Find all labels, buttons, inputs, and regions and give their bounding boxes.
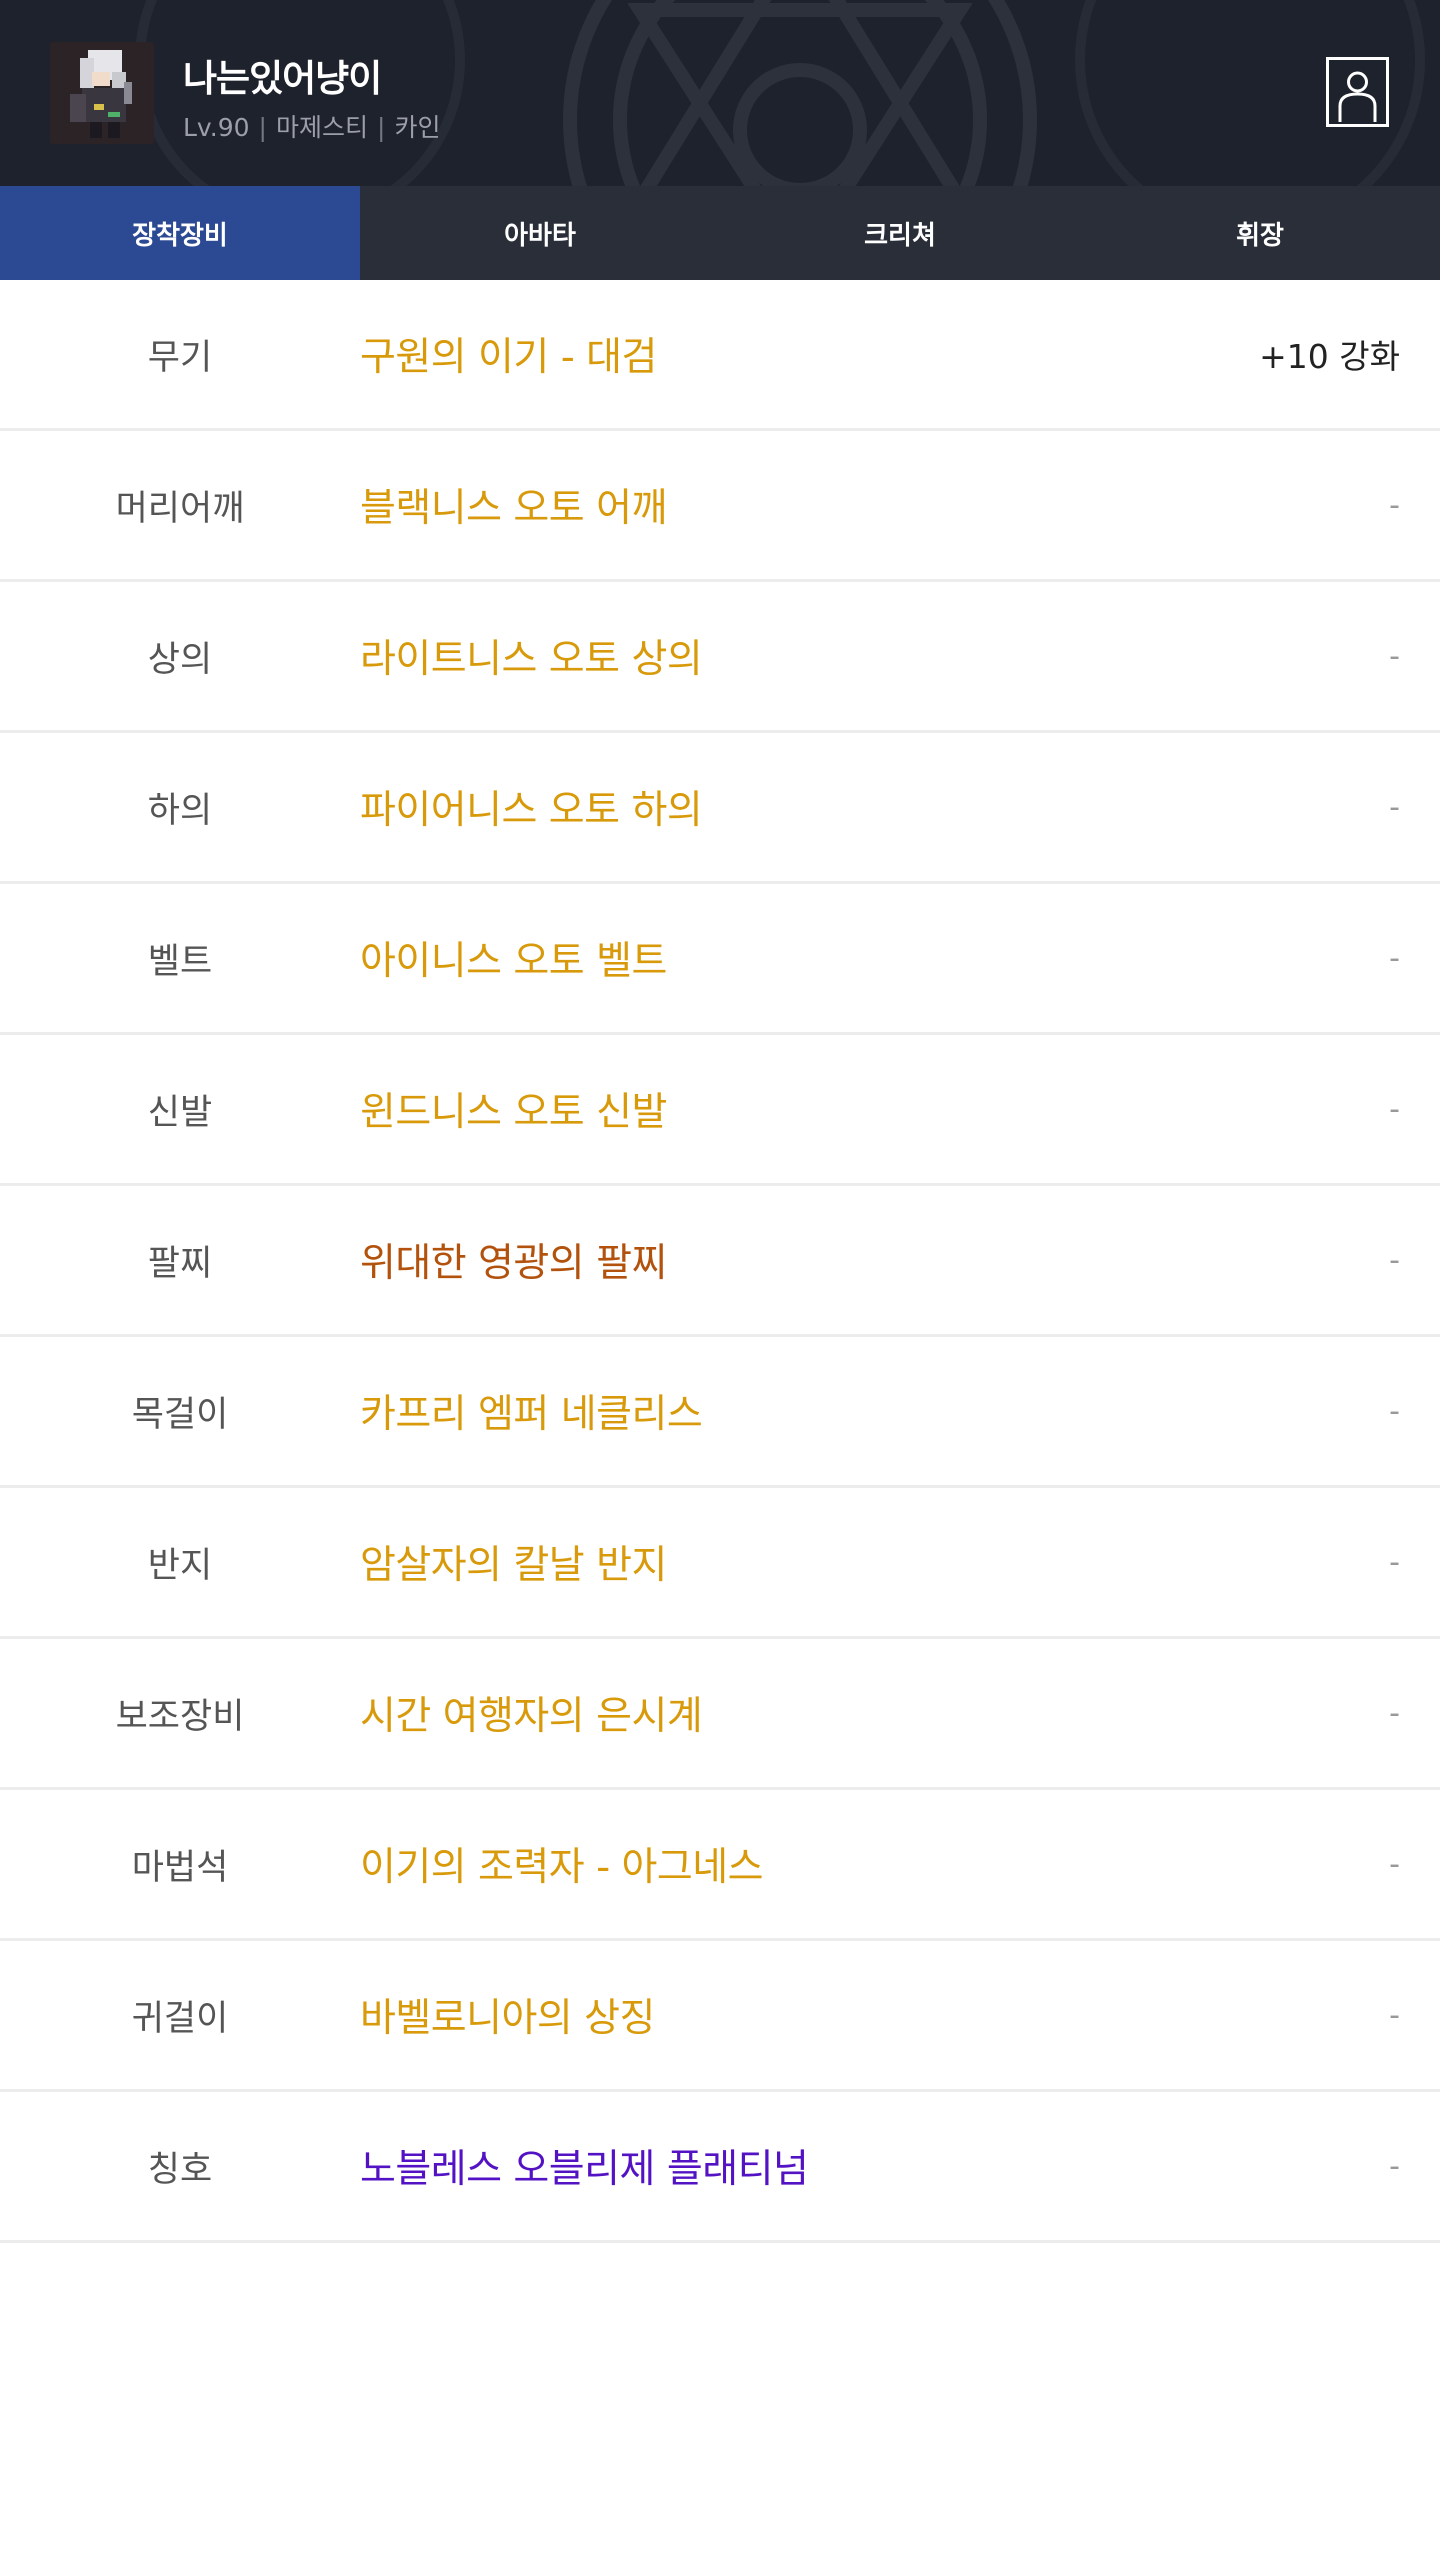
slot-label: 상의 — [147, 639, 213, 680]
item-name: 암살자의 칼날 반지 — [360, 1543, 667, 1588]
item-name: 이기의 조력자 - 아그네스 — [360, 1845, 764, 1890]
tab-bar: 장착장비 아바타 크리쳐 휘장 — [0, 186, 1440, 280]
equipment-list: 무기 구원의 이기 - 대검 +10 강화 머리어깨 블랙니스 오토 어깨 - 상의 라이… — [0, 280, 1440, 2243]
equipment-row[interactable]: 마법석 이기의 조력자 - 아그네스 - — [0, 1790, 1440, 1941]
character-job: 마제스티 — [275, 113, 368, 142]
equipment-row[interactable]: 팔찌 위대한 영광의 팔찌 - — [0, 1186, 1440, 1337]
equipment-row[interactable]: 상의 라이트니스 오토 상의 - — [0, 582, 1440, 733]
enhancement-value: - — [1389, 487, 1400, 523]
character-avatar — [50, 42, 154, 144]
enhancement-value: - — [1389, 789, 1400, 825]
slot-label: 목걸이 — [131, 1394, 229, 1435]
slot-label: 칭호 — [147, 2149, 213, 2190]
slot-label: 반지 — [147, 1545, 213, 1586]
equipment-row[interactable]: 신발 윈드니스 오토 신발 - — [0, 1035, 1440, 1186]
equipment-row[interactable]: 하의 파이어니스 오토 하의 - — [0, 733, 1440, 884]
item-name: 라이트니스 오토 상의 — [360, 637, 703, 682]
character-portrait-icon — [50, 42, 154, 144]
enhancement-value: - — [1389, 1242, 1400, 1278]
enhancement-value: - — [1389, 1846, 1400, 1882]
slot-label: 팔찌 — [147, 1243, 213, 1284]
separator: | — [258, 113, 267, 142]
equipment-row[interactable]: 목걸이 카프리 엠퍼 네클리스 - — [0, 1337, 1440, 1488]
slot-label: 귀걸이 — [131, 1998, 229, 2039]
tab-insignia[interactable]: 휘장 — [1080, 186, 1440, 280]
item-name: 구원의 이기 - 대검 — [360, 335, 657, 380]
slot-label: 마법석 — [131, 1847, 229, 1888]
character-level: Lv.90 — [183, 113, 250, 142]
enhancement-value: - — [1389, 638, 1400, 674]
slot-label: 벨트 — [147, 941, 213, 982]
tab-creature[interactable]: 크리쳐 — [720, 186, 1080, 280]
equipment-row[interactable]: 벨트 아이니스 오토 벨트 - — [0, 884, 1440, 1035]
equipment-row[interactable]: 반지 암살자의 칼날 반지 - — [0, 1488, 1440, 1639]
item-name: 윈드니스 오토 신발 — [360, 1090, 667, 1135]
equipment-row[interactable]: 보조장비 시간 여행자의 은시계 - — [0, 1639, 1440, 1790]
enhancement-value: - — [1389, 940, 1400, 976]
enhancement-value: - — [1389, 2148, 1400, 2184]
item-name: 파이어니스 오토 하의 — [360, 788, 703, 833]
enhancement-value: - — [1389, 1091, 1400, 1127]
item-name: 노블레스 오블리제 플래티넘 — [360, 2147, 809, 2192]
item-name: 블랙니스 오토 어깨 — [360, 486, 667, 531]
slot-label: 머리어깨 — [115, 488, 245, 529]
character-header: 나는있어냥이 Lv.90 | 마제스티 | 카인 — [0, 0, 1440, 186]
slot-label: 하의 — [147, 790, 213, 831]
person-icon — [1338, 71, 1377, 122]
item-name: 아이니스 오토 벨트 — [360, 939, 667, 984]
enhancement-value: - — [1389, 1393, 1400, 1429]
equipment-row[interactable]: 칭호 노블레스 오블리제 플래티넘 - — [0, 2092, 1440, 2243]
equipment-row[interactable]: 무기 구원의 이기 - 대검 +10 강화 — [0, 280, 1440, 431]
character-info: Lv.90 | 마제스티 | 카인 — [183, 108, 440, 144]
enhancement-value: +10 강화 — [1259, 337, 1400, 376]
equipment-row[interactable]: 머리어깨 블랙니스 오토 어깨 - — [0, 431, 1440, 582]
slot-label: 무기 — [147, 337, 213, 378]
item-name: 위대한 영광의 팔찌 — [360, 1241, 667, 1286]
slot-label: 보조장비 — [115, 1696, 245, 1737]
tab-equipment[interactable]: 장착장비 — [0, 186, 360, 280]
character-server: 카인 — [394, 113, 441, 142]
item-name: 카프리 엠퍼 네클리스 — [360, 1392, 703, 1437]
item-name: 바벨로니아의 상징 — [360, 1996, 655, 2041]
item-name: 시간 여행자의 은시계 — [360, 1694, 703, 1739]
separator: | — [377, 113, 386, 142]
tab-avatar[interactable]: 아바타 — [360, 186, 720, 280]
equipment-row[interactable]: 귀걸이 바벨로니아의 상징 - — [0, 1941, 1440, 2092]
slot-label: 신발 — [147, 1092, 213, 1133]
enhancement-value: - — [1389, 1544, 1400, 1580]
character-name: 나는있어냥이 — [183, 57, 382, 100]
enhancement-value: - — [1389, 1695, 1400, 1731]
enhancement-value: - — [1389, 1997, 1400, 2033]
profile-button[interactable] — [1326, 57, 1389, 127]
